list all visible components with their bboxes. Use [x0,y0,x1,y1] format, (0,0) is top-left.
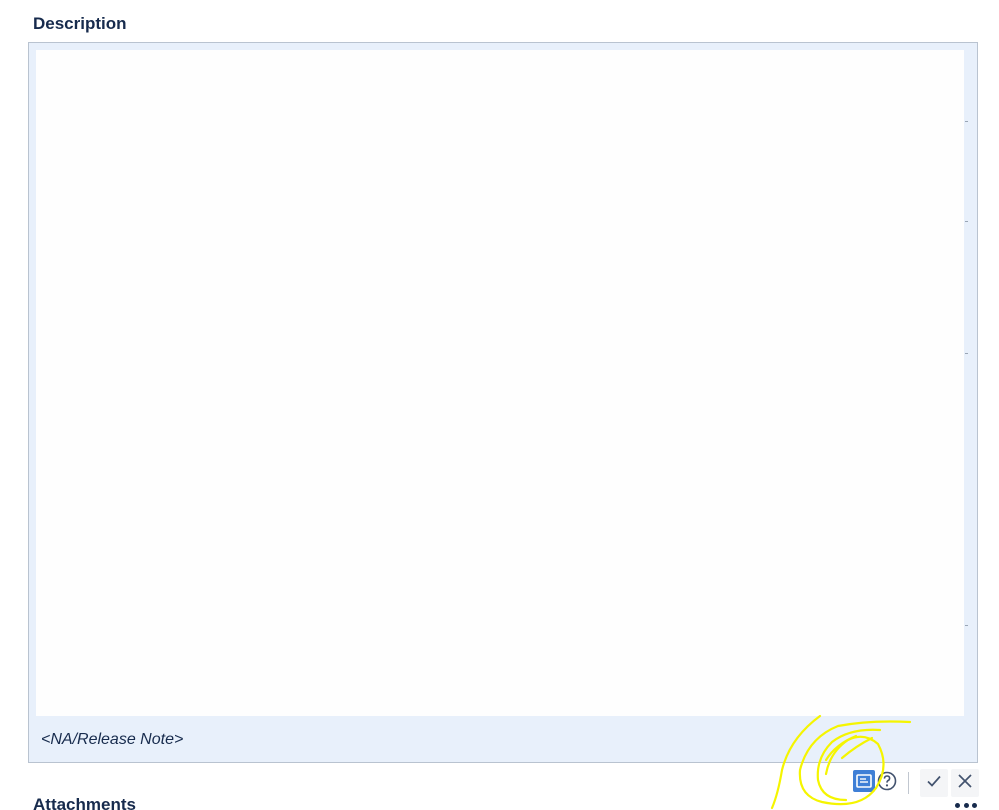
help-circle-icon [877,771,897,796]
editor-toolbar [848,767,982,799]
scroll-tick [965,221,968,222]
attachments-heading: Attachments [33,795,136,810]
scroll-tick [965,121,968,122]
scroll-tick [965,625,968,626]
checkmark-icon [926,773,942,794]
more-dots-icon [955,802,960,808]
preview-button[interactable] [852,769,876,797]
description-heading: Description [33,14,127,33]
preview-panel-icon [853,769,875,797]
close-icon [957,773,973,794]
save-button[interactable] [920,769,948,797]
description-editor[interactable]: <NA/Release Note> [28,42,978,763]
attachments-more-button[interactable] [955,800,977,810]
page: Description <NA/Release Note> Attachment… [0,0,999,810]
cancel-button[interactable] [951,769,979,797]
scroll-tick [965,353,968,354]
help-button[interactable] [875,769,899,797]
toolbar-divider [908,772,909,794]
release-note-placeholder: <NA/Release Note> [41,731,184,748]
description-text-area[interactable] [36,50,964,716]
